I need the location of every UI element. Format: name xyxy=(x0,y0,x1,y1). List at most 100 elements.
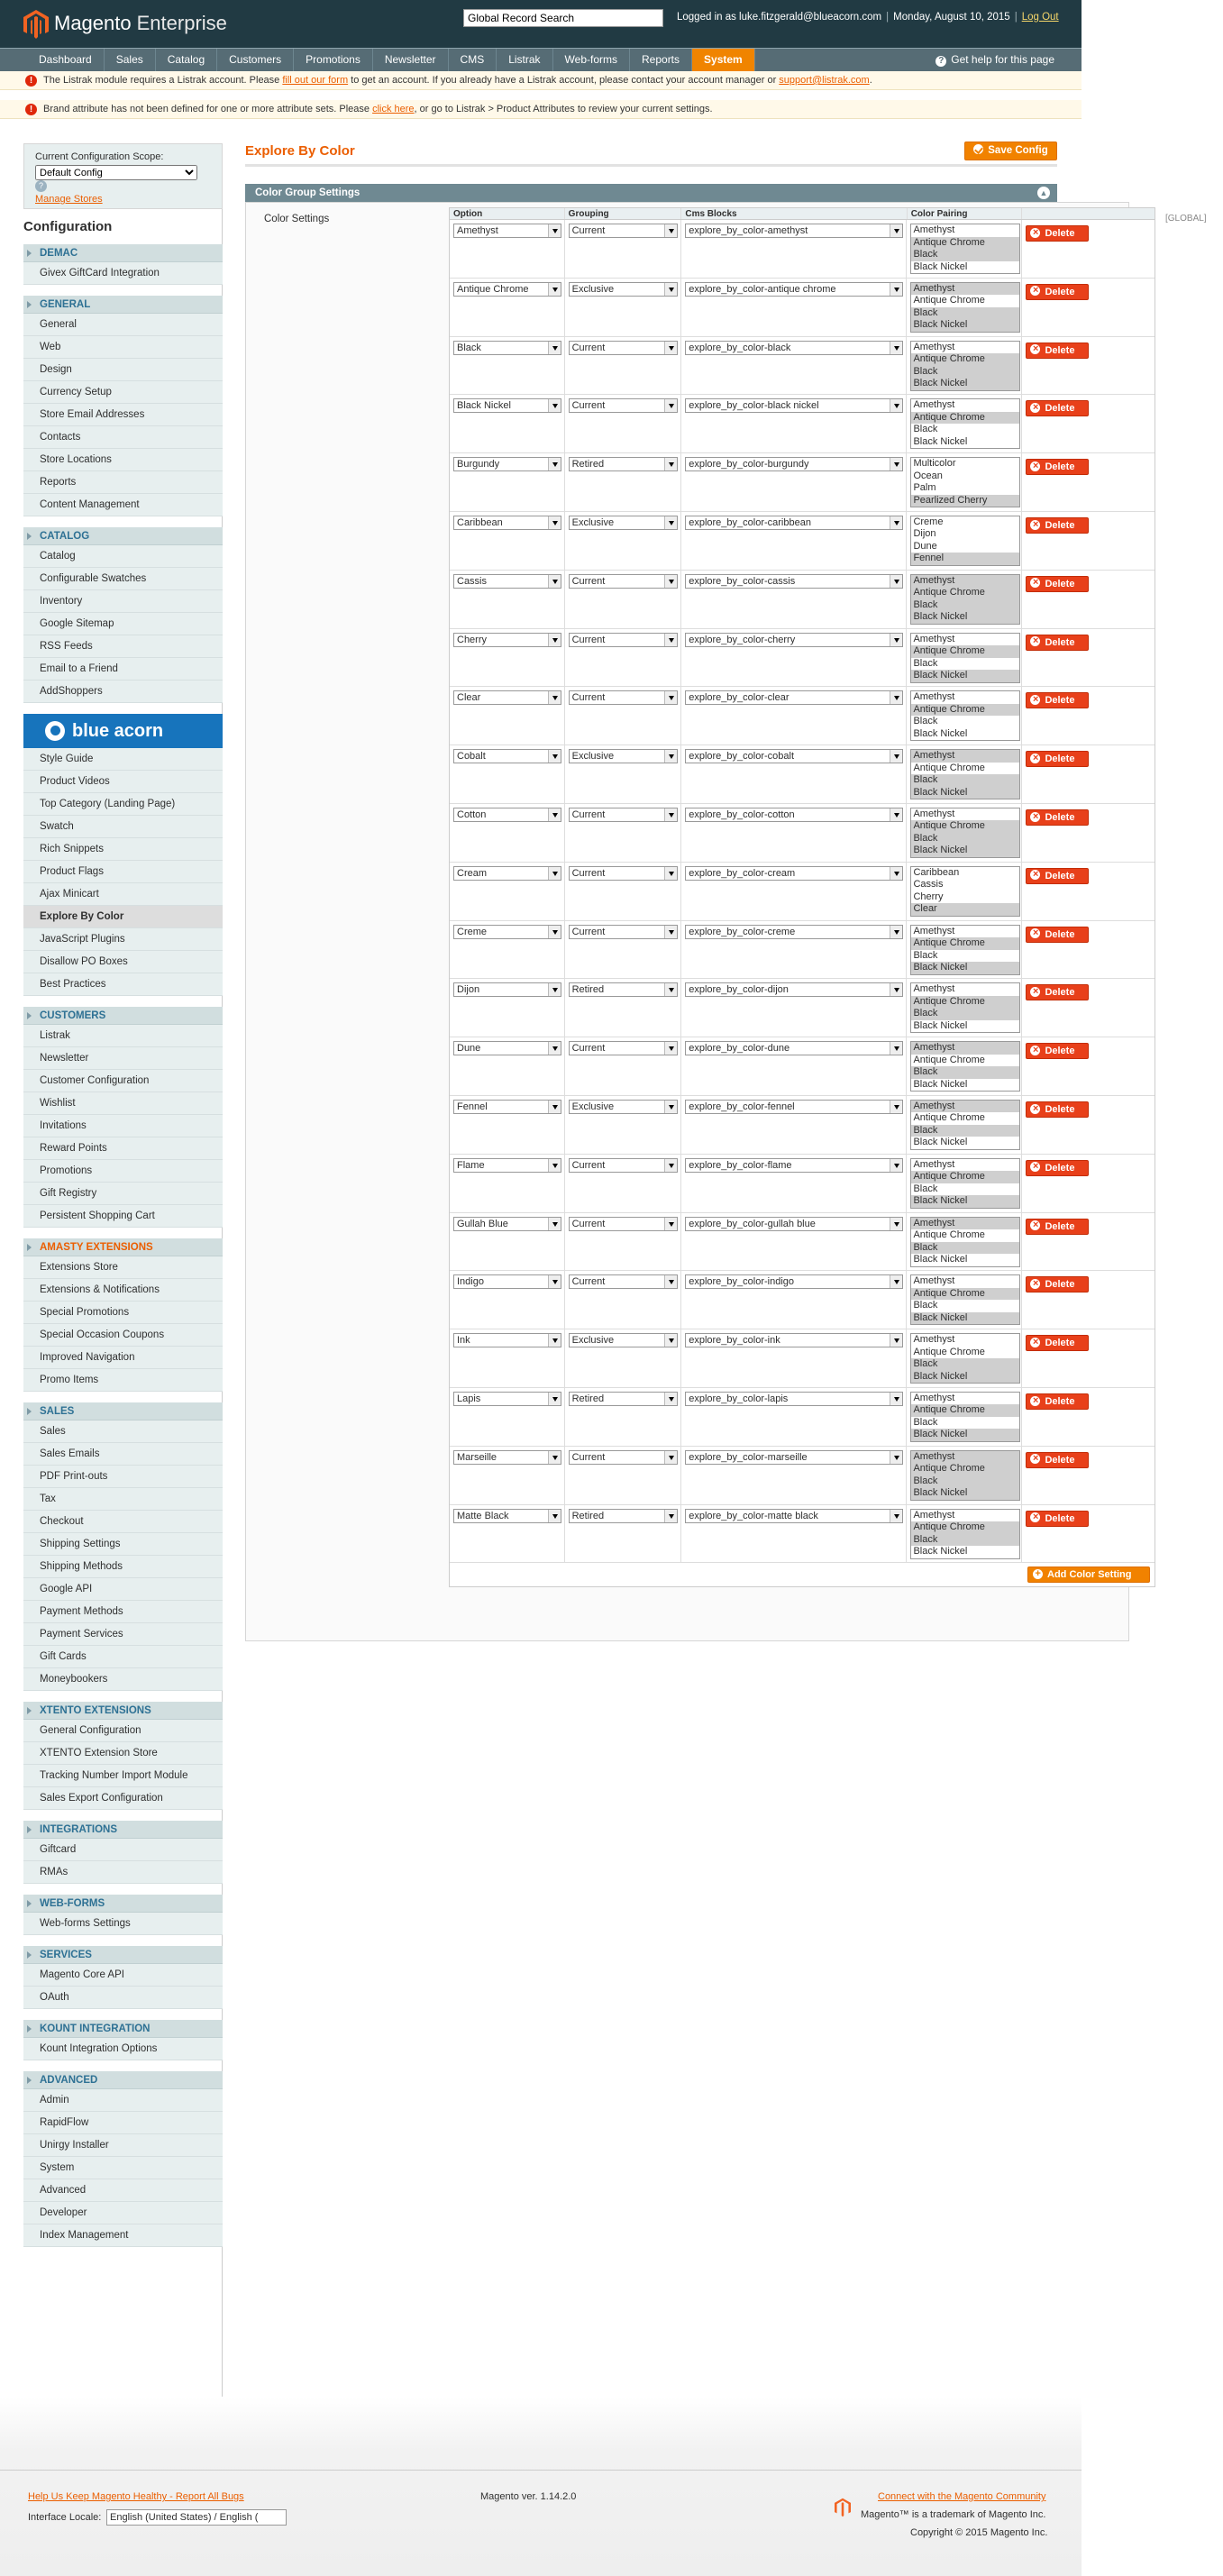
sidebar-item-developer[interactable]: Developer xyxy=(23,2202,223,2224)
color-pairing-option[interactable]: Antique Chrome xyxy=(911,1171,1020,1183)
option-select[interactable]: Cotton xyxy=(453,807,561,822)
nav-item-newsletter[interactable]: Newsletter xyxy=(373,49,449,71)
delete-button[interactable]: Delete xyxy=(1026,751,1090,768)
scope-select[interactable]: Default Config xyxy=(35,165,197,180)
color-pairing-option[interactable]: Black xyxy=(911,1358,1020,1371)
color-pairing-option[interactable]: Black xyxy=(911,658,1019,671)
color-pairing-option[interactable]: Black Nickel xyxy=(911,1370,1020,1384)
color-pairing-option[interactable]: Black Nickel xyxy=(911,1020,1019,1033)
sidebar-item-invitations[interactable]: Invitations xyxy=(23,1115,223,1137)
sidebar-item-oauth[interactable]: OAuth xyxy=(23,1987,223,2009)
sidebar-item-swatch[interactable]: Swatch xyxy=(23,816,223,838)
option-select[interactable]: Cherry xyxy=(453,632,561,647)
grouping-select[interactable]: Exclusive xyxy=(568,281,679,297)
delete-button[interactable]: Delete xyxy=(1026,1393,1090,1410)
color-pairing-option[interactable]: Amethyst xyxy=(911,1450,1020,1464)
collapse-icon[interactable]: ▲ xyxy=(1037,187,1050,199)
sidebar-item-shipping-settings[interactable]: Shipping Settings xyxy=(23,1533,223,1556)
sidebar-item-store-email-addresses[interactable]: Store Email Addresses xyxy=(23,404,223,426)
color-pairing-option[interactable]: Antique Chrome xyxy=(911,1055,1019,1067)
grouping-select[interactable]: Retired xyxy=(568,982,679,998)
grouping-select[interactable]: Exclusive xyxy=(568,515,679,530)
color-pairing-option[interactable]: Antique Chrome xyxy=(911,411,1020,425)
sidebar-item-tracking-number-import-module[interactable]: Tracking Number Import Module xyxy=(23,1765,223,1787)
color-pairing-option[interactable]: Dune xyxy=(911,541,1019,553)
sidebar-item-configurable-swatches[interactable]: Configurable Swatches xyxy=(23,568,223,590)
color-pairing-option[interactable]: Black Nickel xyxy=(911,962,1020,974)
color-pairing-option[interactable]: Amethyst xyxy=(911,1217,1020,1230)
color-pairing-option[interactable]: Antique Chrome xyxy=(911,1112,1019,1125)
click-here-link[interactable]: click here xyxy=(372,104,414,114)
nav-item-cms[interactable]: CMS xyxy=(449,49,497,71)
cms-block-select[interactable]: explore_by_color-cotton xyxy=(685,807,904,822)
color-pairing-multiselect[interactable]: Amethyst Antique Chrome Black Black Nickel xyxy=(910,1391,1021,1442)
color-pairing-multiselect[interactable]: Amethyst Antique Chrome Black Black Nickel xyxy=(910,398,1021,450)
color-pairing-multiselect[interactable]: Amethyst Antique Chrome Black Black Nickel xyxy=(910,924,1021,975)
color-pairing-option[interactable]: Amethyst xyxy=(911,1100,1020,1113)
sidebar-item-content-management[interactable]: Content Management xyxy=(23,494,223,516)
cms-block-select[interactable]: explore_by_color-caribbean xyxy=(685,515,904,530)
color-pairing-option[interactable]: Antique Chrome xyxy=(911,1463,1020,1475)
color-pairing-multiselect[interactable]: Amethyst Antique Chrome Black Black Nickel xyxy=(910,749,1021,800)
grouping-select[interactable]: Current xyxy=(568,690,679,706)
color-pairing-multiselect[interactable]: Amethyst Antique Chrome Black Black Nickel xyxy=(910,340,1021,391)
sidebar-item-top-category-landing-page[interactable]: Top Category (Landing Page) xyxy=(23,793,223,816)
option-select[interactable]: Fennel xyxy=(453,1099,561,1114)
color-pairing-option[interactable]: Antique Chrome xyxy=(911,937,1020,950)
color-pairing-option[interactable]: Black xyxy=(911,832,1020,845)
sidebar-item-gift-registry[interactable]: Gift Registry xyxy=(23,1183,223,1205)
sidebar-item-google-sitemap[interactable]: Google Sitemap xyxy=(23,613,223,635)
delete-button[interactable]: Delete xyxy=(1026,867,1090,884)
cms-block-select[interactable]: explore_by_color-flame xyxy=(685,1157,904,1173)
option-select[interactable]: Flame xyxy=(453,1157,561,1173)
color-pairing-option[interactable]: Black xyxy=(911,1300,1019,1312)
color-pairing-option[interactable]: Antique Chrome xyxy=(911,587,1020,599)
option-select[interactable]: Antique Chrome xyxy=(453,281,561,297)
cms-block-select[interactable]: explore_by_color-cobalt xyxy=(685,749,904,764)
color-pairing-multiselect[interactable]: Amethyst Antique Chrome Black Black Nickel xyxy=(910,281,1021,333)
sidebar-item-rapidflow[interactable]: RapidFlow xyxy=(23,2112,223,2134)
listrak-form-link[interactable]: fill out our form xyxy=(282,75,348,86)
grouping-select[interactable]: Current xyxy=(568,865,679,881)
sidebar-item-ajax-minicart[interactable]: Ajax Minicart xyxy=(23,883,223,906)
color-pairing-option[interactable]: Amethyst xyxy=(911,926,1019,938)
locale-select[interactable]: English (United States) / English ( xyxy=(106,2509,287,2526)
nav-item-dashboard[interactable]: Dashboard xyxy=(27,49,105,71)
sidebar-item-special-occasion-coupons[interactable]: Special Occasion Coupons xyxy=(23,1324,223,1347)
sidebar-section-header[interactable]: SERVICES xyxy=(23,1946,223,1964)
grouping-select[interactable]: Current xyxy=(568,807,679,822)
color-pairing-option[interactable]: Antique Chrome xyxy=(911,703,1020,717)
color-pairing-option[interactable]: Amethyst xyxy=(911,399,1019,412)
color-pairing-option[interactable]: Black Nickel xyxy=(911,728,1019,741)
color-pairing-option[interactable]: Black xyxy=(911,249,1020,261)
sidebar-item-contacts[interactable]: Contacts xyxy=(23,426,223,449)
color-pairing-multiselect[interactable]: Amethyst Antique Chrome Black Black Nickel xyxy=(910,1508,1021,1559)
delete-button[interactable]: Delete xyxy=(1026,1218,1090,1235)
color-pairing-option[interactable]: Black Nickel xyxy=(911,1311,1020,1325)
report-bugs-link[interactable]: Help Us Keep Magento Healthy - Report Al… xyxy=(28,2491,244,2502)
color-pairing-multiselect[interactable]: Amethyst Antique Chrome Black Black Nickel xyxy=(910,1333,1021,1384)
sidebar-item-rmas[interactable]: RMAs xyxy=(23,1861,223,1884)
sidebar-item-admin[interactable]: Admin xyxy=(23,2089,223,2112)
cms-block-select[interactable]: explore_by_color-burgundy xyxy=(685,457,904,472)
color-pairing-option[interactable]: Black Nickel xyxy=(911,611,1020,624)
delete-button[interactable]: Delete xyxy=(1026,283,1090,300)
color-pairing-option[interactable]: Black Nickel xyxy=(911,1487,1020,1500)
color-pairing-option[interactable]: Black xyxy=(911,1183,1019,1196)
grouping-select[interactable]: Current xyxy=(568,924,679,939)
color-pairing-option[interactable]: Black Nickel xyxy=(911,670,1020,682)
global-search-input[interactable]: Global Record Search xyxy=(463,9,663,27)
manage-stores-link[interactable]: Manage Stores xyxy=(35,194,211,205)
sidebar-item-sales-export-configuration[interactable]: Sales Export Configuration xyxy=(23,1787,223,1810)
grouping-select[interactable]: Current xyxy=(568,1274,679,1290)
option-select[interactable]: Dune xyxy=(453,1041,561,1056)
sidebar-item-kount-integration-options[interactable]: Kount Integration Options xyxy=(23,2038,223,2060)
color-pairing-multiselect[interactable]: Amethyst Antique Chrome Black Black Nickel xyxy=(910,1041,1021,1092)
cms-block-select[interactable]: explore_by_color-cherry xyxy=(685,632,904,647)
delete-button[interactable]: Delete xyxy=(1026,225,1090,242)
color-pairing-option[interactable]: Black Nickel xyxy=(911,378,1020,390)
color-pairing-option[interactable]: Black xyxy=(911,1241,1020,1255)
sidebar-item-email-to-a-friend[interactable]: Email to a Friend xyxy=(23,658,223,681)
color-pairing-option[interactable]: Amethyst xyxy=(911,1275,1019,1288)
option-select[interactable]: Black Nickel xyxy=(453,398,561,414)
